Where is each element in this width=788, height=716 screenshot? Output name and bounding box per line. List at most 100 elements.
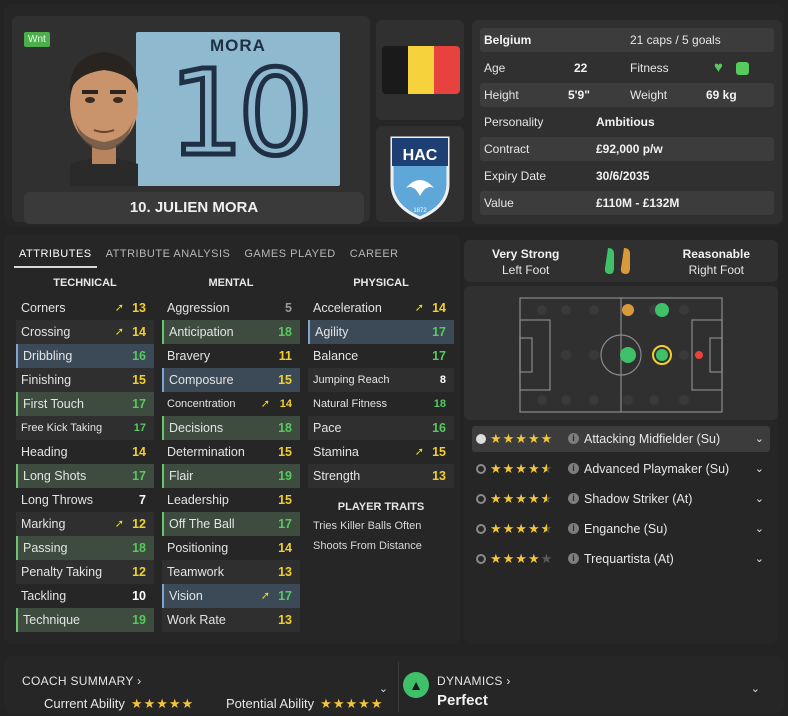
- attribute-row-concentration[interactable]: Concentration ➚ 14: [162, 392, 300, 416]
- chevron-down-icon[interactable]: ⌄: [755, 546, 764, 572]
- attribute-row-off-the-ball[interactable]: Off The Ball 17: [162, 512, 300, 536]
- attribute-row-finishing[interactable]: Finishing 15: [16, 368, 154, 392]
- attribute-row-strength[interactable]: Strength 13: [308, 464, 454, 488]
- role-row[interactable]: ★★★★★ i Attacking Midfielder (Su) ⌄: [472, 426, 770, 452]
- thumbs-up-icon: [736, 62, 749, 75]
- attribute-row-aggression[interactable]: Aggression 5: [162, 296, 300, 320]
- tab-career[interactable]: CAREER: [345, 244, 404, 268]
- attribute-row-jumping-reach[interactable]: Jumping Reach 8: [308, 368, 454, 392]
- coach-summary-section[interactable]: COACH SUMMARY › Current Ability ★★★★★ Pot…: [8, 662, 394, 712]
- attribute-row-long-throws[interactable]: Long Throws 7: [16, 488, 154, 512]
- nationality-value[interactable]: Belgium: [484, 28, 531, 52]
- caps-value: 21 caps / 5 goals: [630, 33, 721, 47]
- attribute-row-acceleration[interactable]: Acceleration ➚ 14: [308, 296, 454, 320]
- attribute-value: 17: [432, 349, 446, 363]
- chevron-down-icon[interactable]: ⌄: [755, 516, 764, 542]
- attribute-row-natural-fitness[interactable]: Natural Fitness 18: [308, 392, 454, 416]
- info-icon[interactable]: i: [568, 523, 579, 534]
- chevron-down-icon[interactable]: ⌄: [755, 456, 764, 482]
- attribute-name: Teamwork: [167, 565, 224, 579]
- club-crest-icon: HAC 1872: [390, 136, 450, 220]
- role-row[interactable]: ★★★★★★ i Shadow Striker (At) ⌄: [472, 486, 770, 512]
- attribute-row-stamina[interactable]: Stamina ➚ 15: [308, 440, 454, 464]
- role-row[interactable]: ★★★★★★ i Advanced Playmaker (Su) ⌄: [472, 456, 770, 482]
- attribute-value: 10: [132, 589, 146, 603]
- player-trait[interactable]: Shoots From Distance: [308, 536, 454, 556]
- attribute-name: Agility: [315, 325, 349, 339]
- attribute-row-agility[interactable]: Agility 17: [308, 320, 454, 344]
- attribute-row-positioning[interactable]: Positioning 14: [162, 536, 300, 560]
- attribute-value: 13: [132, 301, 146, 315]
- attribute-row-flair[interactable]: Flair 19: [162, 464, 300, 488]
- right-foot-block: Reasonable Right Foot: [683, 246, 750, 278]
- role-name: Trequartista (At): [584, 552, 674, 566]
- position-pitch[interactable]: [464, 286, 778, 420]
- attribute-row-vision[interactable]: Vision ➚ 17: [162, 584, 300, 608]
- attribute-value: 14: [278, 541, 292, 555]
- info-icon[interactable]: i: [568, 493, 579, 504]
- chevron-down-icon[interactable]: ⌄: [755, 486, 764, 512]
- attribute-row-determination[interactable]: Determination 15: [162, 440, 300, 464]
- attribute-name: Work Rate: [167, 613, 226, 627]
- potential-ability-stars: ★★★★★: [320, 696, 384, 711]
- attribute-row-heading[interactable]: Heading 14: [16, 440, 154, 464]
- attribute-row-marking[interactable]: Marking ➚ 12: [16, 512, 154, 536]
- attribute-value: 15: [278, 493, 292, 507]
- attribute-name: Concentration: [167, 398, 236, 410]
- personality-value: Ambitious: [596, 115, 655, 129]
- tab-attribute-analysis[interactable]: ATTRIBUTE ANALYSIS: [101, 244, 236, 268]
- dynamics-section[interactable]: ▲ DYNAMICS › Perfect ⌄: [398, 662, 780, 712]
- role-radio-button[interactable]: [476, 524, 486, 534]
- contract-label: Contract: [484, 142, 530, 156]
- attribute-row-passing[interactable]: Passing 18: [16, 536, 154, 560]
- attribute-row-corners[interactable]: Corners ➚ 13: [16, 296, 154, 320]
- role-radio-button[interactable]: [476, 464, 486, 474]
- role-row[interactable]: ★★★★★★ i Enganche (Su) ⌄: [472, 516, 770, 542]
- attribute-name: Pace: [313, 421, 342, 435]
- attribute-row-crossing[interactable]: Crossing ➚ 14: [16, 320, 154, 344]
- attribute-row-bravery[interactable]: Bravery 11: [162, 344, 300, 368]
- attribute-row-first-touch[interactable]: First Touch 17: [16, 392, 154, 416]
- role-row[interactable]: ★★★★★ i Trequartista (At) ⌄: [472, 546, 770, 572]
- attribute-row-penalty-taking[interactable]: Penalty Taking 12: [16, 560, 154, 584]
- dynamics-title[interactable]: DYNAMICS ›: [437, 674, 511, 688]
- role-radio-button[interactable]: [476, 434, 486, 444]
- attribute-row-technique[interactable]: Technique 19: [16, 608, 154, 632]
- attribute-row-pace[interactable]: Pace 16: [308, 416, 454, 440]
- role-name: Shadow Striker (At): [584, 492, 693, 506]
- info-icon[interactable]: i: [568, 433, 579, 444]
- coach-summary-title[interactable]: COACH SUMMARY ›: [22, 674, 141, 688]
- attribute-row-dribbling[interactable]: Dribbling 16: [16, 344, 154, 368]
- info-icon[interactable]: i: [568, 463, 579, 474]
- attribute-row-leadership[interactable]: Leadership 15: [162, 488, 300, 512]
- role-radio-button[interactable]: [476, 554, 486, 564]
- chevron-down-icon[interactable]: ⌄: [755, 426, 764, 452]
- attribute-name: Anticipation: [169, 325, 234, 339]
- attribute-row-balance[interactable]: Balance 17: [308, 344, 454, 368]
- attribute-row-long-shots[interactable]: Long Shots 17: [16, 464, 154, 488]
- height-value: 5'9": [568, 88, 590, 102]
- attribute-row-free-kick-taking[interactable]: Free Kick Taking 17: [16, 416, 154, 440]
- role-radio-button[interactable]: [476, 494, 486, 504]
- attribute-row-composure[interactable]: Composure 15: [162, 368, 300, 392]
- tab-attributes[interactable]: ATTRIBUTES: [14, 244, 97, 268]
- attribute-row-anticipation[interactable]: Anticipation 18: [162, 320, 300, 344]
- chevron-down-icon[interactable]: ⌄: [751, 682, 760, 695]
- attribute-name: Long Throws: [21, 493, 94, 507]
- chevron-down-icon[interactable]: ⌄: [379, 682, 388, 695]
- left-foot-label: Left Foot: [501, 263, 550, 277]
- fitness-label: Fitness: [630, 61, 669, 75]
- info-icon[interactable]: i: [568, 553, 579, 564]
- tab-games-played[interactable]: GAMES PLAYED: [239, 244, 340, 268]
- wanted-badge[interactable]: Wnt: [24, 32, 50, 47]
- attribute-row-work-rate[interactable]: Work Rate 13: [162, 608, 300, 632]
- player-trait[interactable]: Tries Killer Balls Often: [308, 516, 454, 536]
- attribute-row-decisions[interactable]: Decisions 18: [162, 416, 300, 440]
- attribute-name: Free Kick Taking: [21, 422, 103, 434]
- club-badge-panel[interactable]: HAC 1872: [376, 126, 464, 222]
- attribute-value: 18: [278, 421, 292, 435]
- nationality-flag-panel[interactable]: [376, 20, 464, 120]
- attribute-row-teamwork[interactable]: Teamwork 13: [162, 560, 300, 584]
- attribute-value: 15: [432, 445, 446, 459]
- attribute-row-tackling[interactable]: Tackling 10: [16, 584, 154, 608]
